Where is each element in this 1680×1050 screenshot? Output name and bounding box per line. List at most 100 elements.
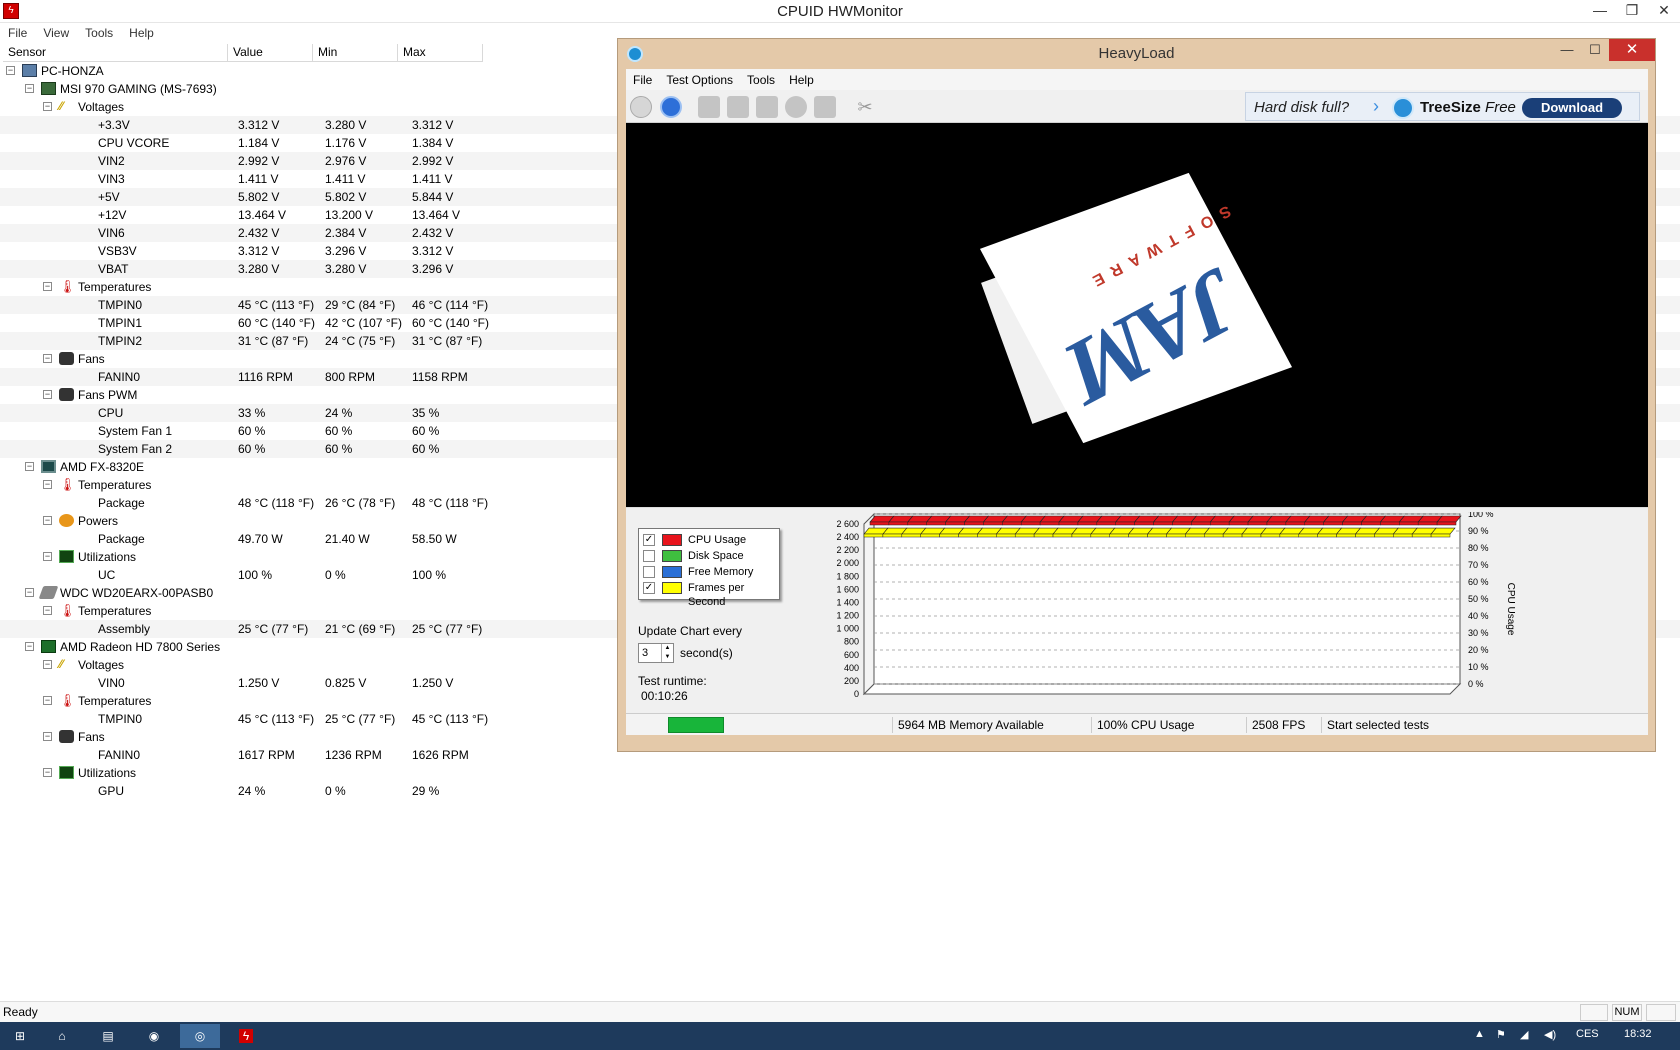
right-tick-label: 70 % <box>1468 560 1489 570</box>
sensor-min: 60 % <box>325 424 353 438</box>
menu-file[interactable]: File <box>0 26 35 40</box>
column-value[interactable]: Value <box>228 44 313 62</box>
menu-tools[interactable]: Tools <box>740 73 782 87</box>
tree-toggle-icon[interactable]: − <box>43 732 52 741</box>
network-icon[interactable]: ◢ <box>1520 1028 1528 1041</box>
menu-tools[interactable]: Tools <box>77 26 121 40</box>
column-max[interactable]: Max <box>398 44 483 62</box>
left-tick-label: 1 800 <box>836 571 859 581</box>
flag-icon[interactable]: ⚑ <box>1496 1028 1506 1041</box>
menu-file[interactable]: File <box>626 73 659 87</box>
language-indicator[interactable]: CES <box>1576 1028 1599 1040</box>
treesize-ad-banner[interactable]: Hard disk full? › TreeSize Free Download <box>1245 92 1640 121</box>
heavyload-taskbar-icon[interactable]: ◎ <box>180 1024 220 1048</box>
sensor-max: 31 °C (87 °F) <box>412 334 483 348</box>
legend-swatch <box>662 582 682 594</box>
spinner-arrows-icon[interactable]: ▲ ▼ <box>661 644 673 662</box>
tree-toggle-icon[interactable]: − <box>43 768 52 777</box>
stop-test-icon[interactable] <box>660 96 682 118</box>
legend-checkbox[interactable]: ✓ <box>643 582 655 594</box>
gpu-test-icon[interactable] <box>785 96 807 118</box>
series-bar-front <box>888 521 909 526</box>
menu-test-options[interactable]: Test Options <box>659 73 740 87</box>
menu-help[interactable]: Help <box>782 73 821 87</box>
legend-checkbox[interactable]: ✓ <box>643 534 655 546</box>
file-explorer-icon[interactable]: ▤ <box>88 1024 128 1048</box>
series-bar-front <box>1436 521 1457 526</box>
node-label: Powers <box>78 514 119 528</box>
sensor-name: VBAT <box>98 262 129 276</box>
menu-help[interactable]: Help <box>121 26 162 40</box>
column-sensor[interactable]: Sensor <box>3 44 228 62</box>
update-interval-spinner[interactable]: 3 ▲ ▼ <box>638 643 674 663</box>
fan-icon <box>59 352 74 365</box>
tree-toggle-icon[interactable]: − <box>43 282 52 291</box>
clock[interactable]: 18:32 <box>1624 1028 1652 1040</box>
sensor-name: FANIN0 <box>98 370 141 384</box>
tree-group-row[interactable]: − Utilizations <box>0 764 1680 782</box>
sensor-row[interactable]: GPU 24 % 0 % 29 % <box>0 782 1680 800</box>
legend-item-fps[interactable]: ✓ Frames per Second <box>643 581 781 608</box>
maximize-icon[interactable]: ☐ <box>1581 39 1609 61</box>
hwmonitor-taskbar-icon[interactable]: ϟ <box>226 1024 266 1048</box>
sensor-max: 1626 RPM <box>412 748 469 762</box>
node-label: Voltages <box>78 658 125 672</box>
legend-item-free-memory[interactable]: Free Memory <box>643 565 781 579</box>
sensor-value: 5.802 V <box>238 190 280 204</box>
tree-toggle-icon[interactable]: − <box>43 480 52 489</box>
status-pane <box>1580 1004 1608 1021</box>
minimize-icon[interactable]: — <box>1584 0 1616 22</box>
series-bar-front <box>1266 521 1287 526</box>
legend-item-cpu-usage[interactable]: ✓ CPU Usage <box>643 533 781 547</box>
start-icon[interactable]: ⊞ <box>0 1024 40 1048</box>
tree-toggle-icon[interactable]: − <box>25 462 34 471</box>
series-bar-front <box>945 521 965 526</box>
tree-toggle-icon[interactable]: − <box>43 552 52 561</box>
tree-toggle-icon[interactable]: − <box>6 66 15 75</box>
sensor-min: 21.40 W <box>325 532 370 546</box>
column-min[interactable]: Min <box>313 44 398 62</box>
sensor-value: 33 % <box>238 406 266 420</box>
tree-toggle-icon[interactable]: − <box>43 606 52 615</box>
disk-space-icon[interactable] <box>814 96 836 118</box>
num-lock-indicator: NUM <box>1612 1004 1642 1021</box>
legend-checkbox[interactable] <box>643 550 655 562</box>
close-icon[interactable]: ✕ <box>1609 39 1655 61</box>
download-button[interactable]: Download <box>1522 98 1622 118</box>
update-interval-value[interactable]: 3 <box>642 647 648 659</box>
legend-checkbox[interactable] <box>643 566 655 578</box>
show-hidden-icons-icon[interactable]: ▲ <box>1474 1028 1485 1040</box>
volume-icon[interactable]: ◀) <box>1544 1028 1556 1041</box>
tree-toggle-icon[interactable]: − <box>43 660 52 669</box>
tree-toggle-icon[interactable]: − <box>43 696 52 705</box>
test-runtime-label: Test runtime: <box>638 674 707 688</box>
update-chart-label: Update Chart every <box>638 624 743 638</box>
node-label: AMD Radeon HD 7800 Series <box>60 640 221 654</box>
series-bar-front <box>1134 521 1154 526</box>
home-icon[interactable]: ⌂ <box>42 1024 82 1048</box>
tree-toggle-icon[interactable]: − <box>43 516 52 525</box>
memory-test-icon[interactable] <box>756 96 778 118</box>
tree-toggle-icon[interactable]: − <box>43 102 52 111</box>
start-test-icon[interactable] <box>630 96 652 118</box>
tree-toggle-icon[interactable]: − <box>43 354 52 363</box>
minimize-icon[interactable]: — <box>1553 39 1581 61</box>
chrome-icon[interactable]: ◉ <box>134 1024 174 1048</box>
tree-toggle-icon[interactable]: − <box>25 642 34 651</box>
chevron-right-icon: › <box>1373 96 1379 116</box>
restore-icon[interactable]: ❐ <box>1616 0 1648 22</box>
cpu-test-icon[interactable] <box>698 96 720 118</box>
disk-test-icon[interactable] <box>727 96 749 118</box>
menu-view[interactable]: View <box>35 26 77 40</box>
sensor-name: CPU <box>98 406 124 420</box>
legend-item-disk-space[interactable]: Disk Space <box>643 549 781 563</box>
status-pane <box>1646 1004 1676 1021</box>
close-icon[interactable]: ✕ <box>1648 0 1680 22</box>
tree-toggle-icon[interactable]: − <box>25 84 34 93</box>
sensor-table-header: Sensor Value Min Max <box>3 44 483 62</box>
tree-toggle-icon[interactable]: − <box>43 390 52 399</box>
sensor-min: 800 RPM <box>325 370 376 384</box>
series-bar-front <box>882 533 903 538</box>
tools-icon[interactable]: ✂ <box>854 96 876 118</box>
tree-toggle-icon[interactable]: − <box>25 588 34 597</box>
